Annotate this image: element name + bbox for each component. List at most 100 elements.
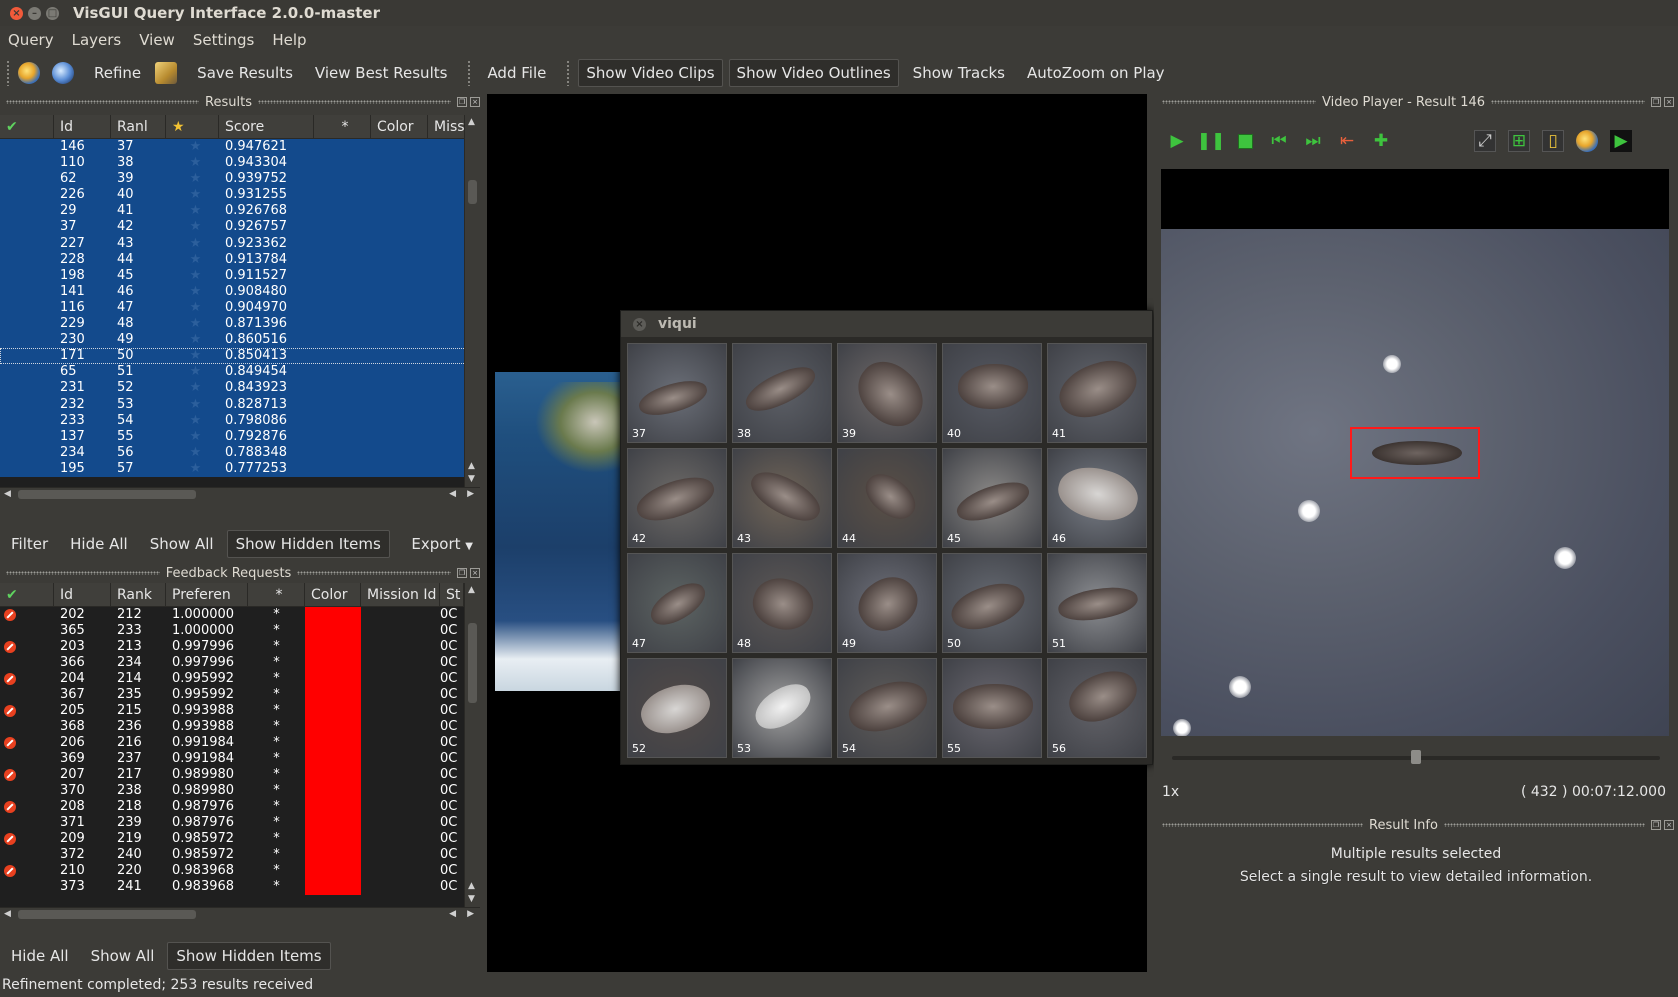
check-cell[interactable] — [0, 380, 54, 396]
check-cell[interactable] — [0, 445, 54, 461]
video-timeline-slider[interactable] — [1172, 750, 1660, 764]
export-button[interactable]: Export ▼ — [402, 530, 482, 558]
col-status[interactable]: St — [440, 583, 464, 606]
thumbnail-tile[interactable]: 52 — [627, 658, 727, 758]
playback-speed[interactable]: 1x — [1162, 784, 1179, 800]
thumbnail-tile[interactable]: 44 — [837, 448, 937, 548]
rejected-icon[interactable] — [4, 609, 16, 621]
check-cell[interactable] — [0, 607, 54, 623]
thumbnail-tile[interactable]: 50 — [942, 553, 1042, 653]
feedback-row[interactable]: 365 233 1.000000 * 0C — [0, 623, 480, 639]
viqui-window[interactable]: × viqui 37 38 39 40 41 42 43 44 45 46 47 48 49 50 51 52… — [620, 310, 1153, 765]
menu-settings[interactable]: Settings — [193, 31, 255, 49]
results-hide-all-button[interactable]: Hide All — [61, 530, 137, 558]
check-cell[interactable] — [0, 219, 54, 235]
results-row[interactable]: 227 43 ★ 0.923362 — [0, 235, 480, 252]
col-color[interactable]: Color — [371, 115, 428, 138]
check-cell[interactable] — [0, 155, 54, 171]
menu-layers[interactable]: Layers — [72, 31, 122, 49]
close-dock-icon[interactable]: × — [470, 568, 480, 578]
check-cell[interactable] — [0, 799, 54, 815]
check-cell[interactable] — [0, 171, 54, 187]
rejected-icon[interactable] — [4, 705, 16, 717]
video-view[interactable] — [1161, 169, 1669, 736]
float-dock-icon[interactable]: ❐ — [457, 568, 467, 578]
check-cell[interactable] — [0, 783, 54, 799]
star-icon[interactable]: ★ — [166, 364, 219, 380]
feedback-row[interactable]: 202 212 1.000000 * 0C — [0, 607, 480, 623]
close-dock-icon[interactable]: × — [1664, 97, 1675, 107]
col-id[interactable]: Id — [54, 115, 111, 138]
menu-help[interactable]: Help — [272, 31, 306, 49]
thumbnail-tile[interactable]: 51 — [1047, 553, 1147, 653]
star-icon[interactable]: ★ — [166, 252, 219, 268]
rejected-icon[interactable] — [4, 641, 16, 653]
check-cell[interactable] — [0, 268, 54, 284]
check-cell[interactable] — [0, 461, 54, 477]
results-row[interactable]: 141 46 ★ 0.908480 — [0, 283, 480, 300]
stop-icon[interactable] — [1234, 130, 1256, 152]
rejected-icon[interactable] — [4, 737, 16, 749]
close-viqui-icon[interactable]: × — [633, 317, 646, 331]
thumbnail-tile[interactable]: 55 — [942, 658, 1042, 758]
results-row[interactable]: 226 40 ★ 0.931255 — [0, 187, 480, 204]
show-video-clips-toggle[interactable]: Show Video Clips — [578, 59, 723, 87]
rejected-icon[interactable] — [4, 769, 16, 781]
col-rank[interactable]: Ranl — [111, 115, 166, 138]
col-rank[interactable]: Rank — [111, 583, 166, 606]
check-cell[interactable] — [0, 236, 54, 252]
results-row[interactable]: 116 47 ★ 0.904970 — [0, 299, 480, 317]
results-vscroll[interactable]: ▲ ▲ ▼ — [464, 115, 480, 487]
feedback-row[interactable]: 210 220 0.983968 * 0C — [0, 863, 480, 879]
results-row[interactable]: 232 53 ★ 0.828713 — [0, 396, 480, 413]
check-cell[interactable] — [0, 413, 54, 429]
check-cell[interactable] — [0, 687, 54, 703]
check-cell[interactable] — [0, 735, 54, 751]
feedback-row[interactable]: 208 218 0.987976 * 0C — [0, 799, 480, 815]
feedback-show-hidden-button[interactable]: Show Hidden Items — [167, 942, 331, 970]
menu-view[interactable]: View — [139, 31, 175, 49]
add-frame-icon[interactable]: ✚ — [1370, 130, 1392, 152]
star-icon[interactable]: ★ — [166, 332, 219, 348]
col-mark[interactable]: * — [314, 115, 371, 138]
view-best-results-button[interactable]: View Best Results — [307, 59, 456, 87]
float-dock-icon[interactable]: ❐ — [457, 97, 468, 107]
rejected-icon[interactable] — [4, 833, 16, 845]
col-star[interactable]: ★ — [166, 115, 219, 138]
float-dock-icon[interactable]: ❐ — [1651, 820, 1661, 830]
show-video-outlines-toggle[interactable]: Show Video Outlines — [728, 59, 899, 87]
show-tracks-toggle[interactable]: Show Tracks — [905, 59, 1013, 87]
check-cell[interactable] — [0, 639, 54, 655]
feedback-hide-all-button[interactable]: Hide All — [2, 942, 78, 970]
check-cell[interactable] — [0, 719, 54, 735]
new-query-globe-icon[interactable] — [18, 62, 40, 84]
results-row[interactable]: 62 39 ★ 0.939752 — [0, 171, 480, 188]
maximize-window-icon[interactable]: □ — [46, 6, 59, 20]
export-clip-icon[interactable]: ▶ — [1610, 130, 1632, 152]
feedback-row[interactable]: 369 237 0.991984 * 0C — [0, 751, 480, 767]
feedback-row[interactable]: 368 236 0.993988 * 0C — [0, 719, 480, 735]
add-file-button[interactable]: Add File — [479, 59, 554, 87]
results-row[interactable]: 233 54 ★ 0.798086 — [0, 412, 480, 429]
star-icon[interactable]: ★ — [166, 155, 219, 171]
col-score[interactable]: Score — [219, 115, 314, 138]
results-row[interactable]: 231 52 ★ 0.843923 — [0, 380, 480, 397]
rejected-icon[interactable] — [4, 673, 16, 685]
check-cell[interactable] — [0, 429, 54, 445]
check-cell[interactable] — [0, 316, 54, 332]
col-color[interactable]: Color — [305, 583, 361, 606]
check-cell[interactable] — [0, 397, 54, 413]
thumbnail-tile[interactable]: 54 — [837, 658, 937, 758]
star-icon[interactable]: ★ — [166, 284, 219, 300]
fit-to-window-icon[interactable]: ⤢ — [1474, 130, 1496, 152]
close-dock-icon[interactable]: × — [1664, 820, 1674, 830]
feedback-row[interactable]: 373 241 0.983968 * 0C — [0, 879, 480, 895]
results-row[interactable]: 195 57 ★ 0.777253 — [0, 460, 480, 477]
star-icon[interactable]: ★ — [166, 380, 219, 396]
menu-query[interactable]: Query — [8, 31, 54, 49]
star-icon[interactable]: ★ — [166, 139, 219, 155]
results-row[interactable]: 37 42 ★ 0.926757 — [0, 219, 480, 236]
star-icon[interactable]: ★ — [166, 429, 219, 445]
rejected-icon[interactable] — [4, 865, 16, 877]
feedback-row[interactable]: 371 239 0.987976 * 0C — [0, 815, 480, 831]
